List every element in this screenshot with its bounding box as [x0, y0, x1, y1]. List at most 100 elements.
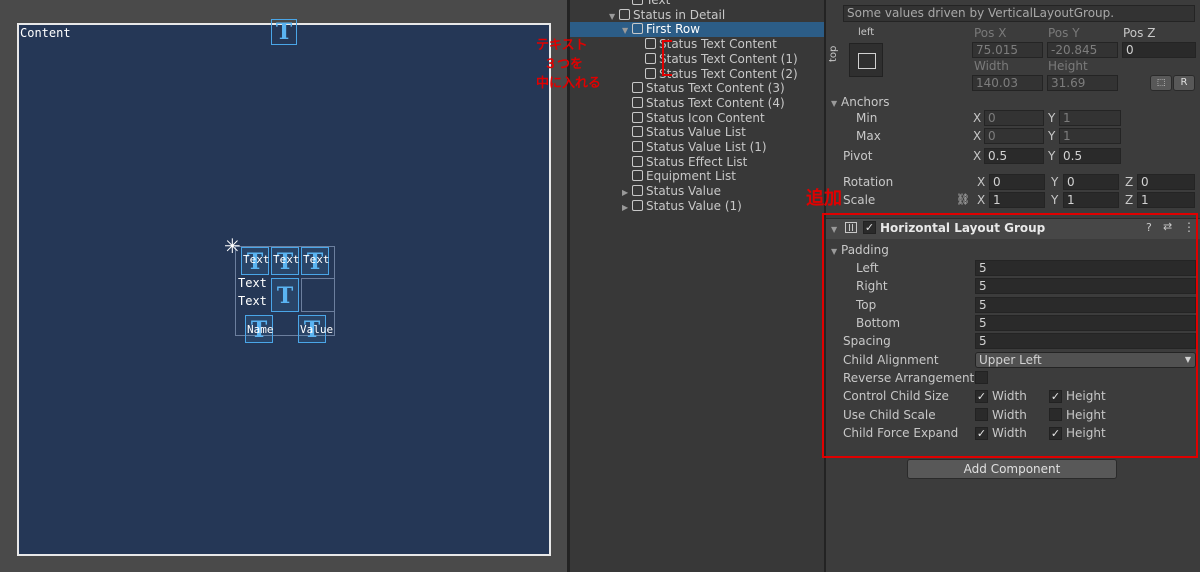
hierarchy-item-label: Status Value List [646, 125, 746, 140]
blueprint-icon: ⬚ [1156, 78, 1166, 88]
hierarchy-item[interactable]: ▼ First Row [570, 22, 824, 38]
hierarchy-item[interactable]: Status Value List (1) [570, 140, 824, 155]
hierarchy-item-label: Status Icon Content [646, 110, 765, 125]
annotation-note: テキスト ３つを 中に入れる [536, 38, 602, 91]
hierarchy-item[interactable]: Status Icon Content [570, 111, 824, 126]
status-icon-gizmo[interactable]: T [271, 278, 299, 312]
hierarchy-item-label: Status Text Content [659, 37, 777, 52]
foldout-arrow-icon: ▼ [831, 99, 838, 108]
text-gizmo-icon[interactable]: T [271, 19, 297, 45]
status-name-gizmo[interactable]: T Name [245, 315, 274, 343]
pos-z-field[interactable]: 0 [1122, 42, 1196, 58]
raw-edit-button[interactable]: R [1173, 75, 1195, 91]
status-text-4: Text [238, 276, 267, 290]
gameobject-cube-icon [645, 67, 656, 79]
scale-x-field[interactable]: 1 [989, 192, 1045, 208]
hierarchy-item-label: First Row [646, 22, 701, 37]
rotation-x-field[interactable]: 0 [989, 174, 1045, 190]
hierarchy-item[interactable]: Status Effect List [570, 155, 824, 170]
anchor-max-y-field: 1 [1059, 128, 1121, 144]
status-text-gizmo-3[interactable]: T Text [301, 247, 330, 275]
width-field: 140.03 [972, 75, 1043, 91]
rotation-label: Rotation [843, 175, 894, 189]
gameobject-cube-icon [632, 96, 643, 108]
scale-z-field[interactable]: 1 [1137, 192, 1195, 208]
gameobject-cube-icon [645, 38, 656, 50]
hierarchy-item[interactable]: Status Text Content (3) [570, 81, 824, 96]
hierarchy-item-label: Status in Detail [633, 7, 726, 22]
status-cell-outline [301, 278, 335, 312]
hierarchy-item-label: Status Value List (1) [646, 140, 767, 154]
status-text-gizmo-2[interactable]: T Text [271, 247, 300, 275]
pivot-star-icon: ✳ [224, 234, 241, 258]
added-annotation: 追加 [806, 188, 842, 209]
add-component-button[interactable]: Add Component [907, 459, 1117, 479]
scene-view[interactable]: Content T ✳ T Text T Text T Text Text Te… [0, 0, 568, 572]
hierarchy-item[interactable]: Status Text Content (1) [570, 52, 824, 67]
height-field: 31.69 [1047, 75, 1118, 91]
pos-y-label: Pos Y [1048, 26, 1080, 40]
anchor-h-label: left [858, 27, 875, 38]
anchor-max-x-field: 0 [984, 128, 1044, 144]
status-text-gizmo-1[interactable]: T Text [241, 247, 270, 275]
width-label: Width [974, 59, 1009, 73]
pos-x-field: 75.015 [972, 42, 1043, 58]
gameobject-cube-icon [632, 111, 643, 123]
hierarchy-item[interactable]: ▼ Status in Detail [570, 8, 824, 23]
hierarchy-item[interactable]: ▶ Status Value (1) [570, 199, 824, 214]
hierarchy-item-label: Status Value [646, 184, 722, 199]
hierarchy-item-label: Status Effect List [646, 154, 748, 169]
hierarchy-item[interactable]: Status Value List [570, 125, 824, 140]
min-label: Min [856, 111, 878, 125]
anchors-foldout[interactable]: ▼ Anchors [831, 95, 890, 109]
annotation-highlight-box [822, 213, 1198, 458]
status-value-gizmo[interactable]: T Value [298, 315, 333, 343]
gameobject-cube-icon [632, 155, 643, 167]
gameobject-cube-icon [619, 8, 630, 20]
anchor-min-x-field: 0 [984, 110, 1044, 126]
gameobject-cube-icon [632, 199, 643, 211]
hierarchy-item-label: Status Text Content (2) [659, 66, 798, 81]
pos-y-field: -20.845 [1047, 42, 1118, 58]
foldout-arrow-icon[interactable]: ▶ [622, 200, 632, 215]
scale-label: Scale [843, 193, 876, 207]
max-label: Max [856, 129, 881, 143]
hierarchy-item-label: Equipment List [646, 169, 736, 184]
scale-y-field[interactable]: 1 [1063, 192, 1119, 208]
content-label: Content [20, 26, 71, 40]
rotation-z-field[interactable]: 0 [1137, 174, 1195, 190]
gameobject-cube-icon [632, 126, 643, 138]
gameobject-cube-icon [632, 0, 643, 5]
driven-note: Some values driven by VerticalLayoutGrou… [843, 5, 1195, 22]
anchor-preset-button[interactable] [849, 43, 883, 77]
hierarchy-item-label: Status Text Content (4) [646, 95, 785, 110]
anchor-preset-icon [858, 53, 876, 69]
hierarchy-item[interactable]: Status Text Content (2) [570, 67, 824, 82]
hierarchy-item-label: Status Text Content (3) [646, 81, 785, 96]
gameobject-cube-icon [632, 82, 643, 94]
anchor-v-label: top [828, 45, 839, 62]
constrain-link-icon[interactable]: ⛓ [956, 193, 970, 206]
hierarchy-panel[interactable]: Text ▼ Status in Detail ▼ First Row Status Te… [536, 0, 824, 572]
height-label: Height [1048, 59, 1088, 73]
blueprint-mode-button[interactable]: ⬚ [1150, 75, 1172, 91]
status-text-5: Text [238, 294, 267, 308]
hierarchy-item[interactable]: ▶ Status Value [570, 184, 824, 199]
gameobject-cube-icon [632, 23, 643, 35]
gameobject-cube-icon [632, 141, 643, 152]
hierarchy-item-label: Status Value (1) [646, 198, 742, 213]
rotation-y-field[interactable]: 0 [1063, 174, 1119, 190]
anchor-min-y-field: 1 [1059, 110, 1121, 126]
hierarchy-item[interactable]: Equipment List [570, 169, 824, 184]
pos-x-label: Pos X [974, 26, 1007, 40]
pivot-y-field[interactable]: 0.5 [1059, 148, 1121, 164]
pos-z-label: Pos Z [1123, 26, 1156, 40]
annotation-bracket [662, 40, 672, 76]
hierarchy-item-label: Text [646, 0, 671, 7]
hierarchy-item-label: Status Text Content (1) [659, 51, 798, 66]
hierarchy-item[interactable]: Status Text Content (4) [570, 96, 824, 111]
pivot-x-field[interactable]: 0.5 [984, 148, 1044, 164]
inspector-panel[interactable]: Some values driven by VerticalLayoutGrou… [806, 0, 1200, 572]
hierarchy-item[interactable]: Status Text Content [570, 37, 824, 52]
text-gizmo-icon: T [276, 283, 294, 309]
